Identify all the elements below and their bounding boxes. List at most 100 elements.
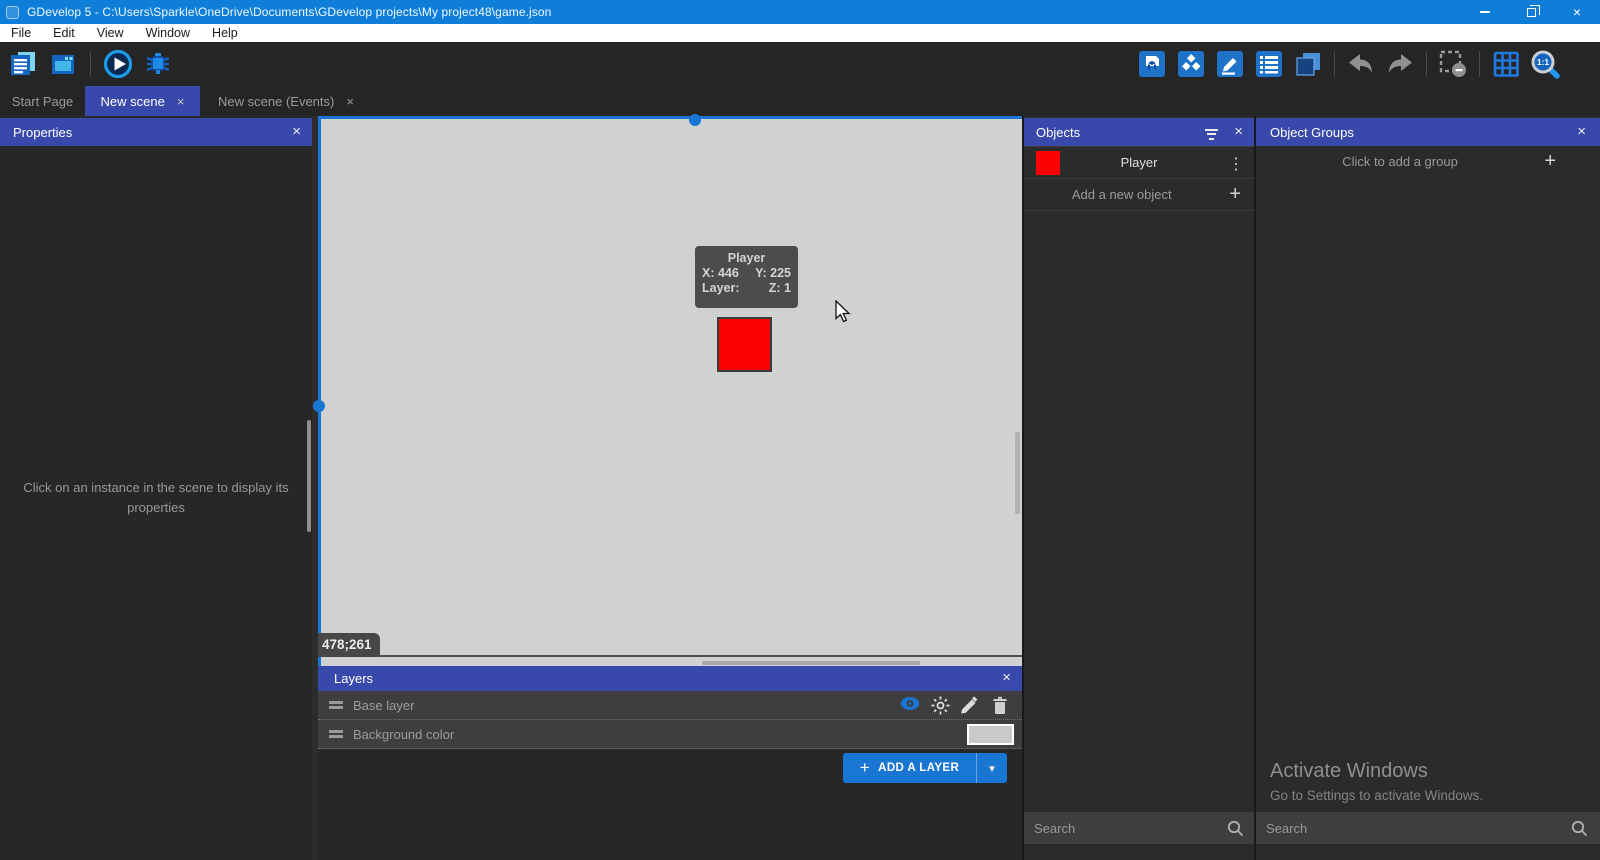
add-layer-button[interactable]: + ADD A LAYER ▾ <box>843 753 1007 783</box>
player-object-instance[interactable] <box>717 317 772 372</box>
objects-panel: Objects × Player ⋮ Add a new object + <box>1024 116 1254 860</box>
tooltip-x: X: 446 <box>702 266 739 280</box>
close-panel-icon[interactable]: × <box>1234 124 1243 140</box>
add-object-row[interactable]: Add a new object + <box>1024 179 1254 211</box>
open-objects-panel-icon[interactable] <box>1137 49 1167 79</box>
objects-search-bar <box>1024 812 1254 844</box>
menu-edit[interactable]: Edit <box>42 24 86 42</box>
canvas-h-scrollline[interactable] <box>318 116 1022 119</box>
tab-start-page[interactable]: Start Page <box>0 86 85 116</box>
properties-empty-message: Click on an instance in the scene to dis… <box>20 478 292 518</box>
minimize-icon <box>1480 11 1490 13</box>
scene-editor: Player X: 446 Y: 225 Layer: Z: 1 478;261… <box>312 116 1024 860</box>
tab-new-scene-events[interactable]: New scene (Events) × <box>200 86 372 116</box>
gdevelop-window: GDevelop 5 - C:\Users\Sparkle\OneDrive\D… <box>0 0 1600 860</box>
canvas-border-line <box>318 655 1022 657</box>
delete-layer-icon[interactable] <box>992 696 1008 720</box>
add-layer-label: ADD A LAYER <box>878 762 959 774</box>
search-icon <box>1571 820 1588 837</box>
toolbar-separator <box>1479 51 1480 77</box>
activate-windows-watermark: Activate Windows <box>1270 760 1428 783</box>
add-group-row[interactable]: Click to add a group + <box>1256 146 1600 178</box>
tab-new-scene[interactable]: New scene × <box>85 86 200 116</box>
tab-close-icon[interactable]: × <box>346 94 354 109</box>
layers-panel: Layers × Base layer <box>318 666 1022 860</box>
object-name: Player <box>1024 155 1254 170</box>
menu-file[interactable]: File <box>0 24 42 42</box>
layers-panel-header: Layers × <box>318 666 1022 691</box>
titlebar: GDevelop 5 - C:\Users\Sparkle\OneDrive\D… <box>0 0 1600 24</box>
toolbar-separator <box>1426 51 1427 77</box>
close-panel-icon[interactable]: × <box>1577 124 1586 140</box>
properties-panel-title: Properties <box>13 125 72 140</box>
menu-view[interactable]: View <box>86 24 135 42</box>
chevron-down-icon: ▾ <box>989 763 995 775</box>
activate-windows-subtext: Go to Settings to activate Windows. <box>1270 788 1483 803</box>
visibility-eye-icon[interactable] <box>900 696 920 716</box>
play-preview-icon[interactable] <box>103 49 133 79</box>
start-page-window-icon[interactable] <box>48 49 78 79</box>
drag-handle-icon[interactable] <box>329 728 343 741</box>
object-row-player[interactable]: Player ⋮ <box>1024 146 1254 179</box>
canvas-h-scrollbar[interactable] <box>702 661 920 665</box>
layer-effects-icon[interactable] <box>931 696 950 720</box>
toolbar-separator <box>1334 51 1335 77</box>
close-panel-icon[interactable]: × <box>1002 670 1011 686</box>
plus-icon: + <box>860 758 870 778</box>
canvas-v-scrolldot[interactable] <box>313 400 325 412</box>
open-object-groups-panel-icon[interactable] <box>1176 49 1206 79</box>
scene-canvas[interactable] <box>318 116 1022 666</box>
zoom-1-1-icon[interactable]: 1:1 <box>1530 49 1560 79</box>
menubar: File Edit View Window Help <box>0 24 1600 42</box>
object-groups-panel: Object Groups × Click to add a group + A… <box>1256 116 1600 860</box>
object-groups-panel-header: Object Groups × <box>1256 118 1600 146</box>
open-instances-panel-icon[interactable] <box>1293 49 1323 79</box>
toggle-grid-icon[interactable] <box>1491 49 1521 79</box>
project-manager-icon[interactable] <box>8 49 38 79</box>
undo-icon[interactable] <box>1346 49 1376 79</box>
cursor-coordinates-badge: 478;261 <box>318 633 380 657</box>
tooltip-z: Z: 1 <box>769 281 791 295</box>
menu-help[interactable]: Help <box>201 24 249 42</box>
layer-row-background-color[interactable]: Background color <box>318 720 1022 749</box>
mouse-cursor <box>834 300 856 329</box>
background-color-swatch[interactable] <box>967 724 1014 745</box>
clear-selection-icon[interactable] <box>1438 49 1468 79</box>
plus-icon[interactable]: + <box>1229 183 1241 206</box>
layer-name: Base layer <box>353 698 414 713</box>
layer-name: Background color <box>353 727 454 742</box>
layers-panel-title: Layers <box>334 671 373 686</box>
toolbar-separator <box>90 51 91 77</box>
close-icon: × <box>1573 5 1581 19</box>
objects-search-input[interactable] <box>1024 821 1227 836</box>
menu-window[interactable]: Window <box>135 24 201 42</box>
restore-icon <box>1527 8 1536 17</box>
gdevelop-logo-icon <box>6 6 19 19</box>
close-button[interactable]: × <box>1554 0 1600 24</box>
tab-close-icon[interactable]: × <box>177 94 185 109</box>
canvas-v-scrollline[interactable] <box>318 116 321 666</box>
redo-icon[interactable] <box>1385 49 1415 79</box>
toolbar: 1:1 <box>0 42 1600 86</box>
properties-panel: Properties × Click on an instance in the… <box>0 116 312 860</box>
properties-scrollbar[interactable] <box>307 420 311 532</box>
edit-layer-icon[interactable] <box>959 696 978 720</box>
add-layer-dropdown[interactable]: ▾ <box>977 762 1007 775</box>
canvas-h-scrolldot[interactable] <box>689 114 701 126</box>
window-title: GDevelop 5 - C:\Users\Sparkle\OneDrive\D… <box>27 5 551 19</box>
edit-scene-properties-icon[interactable] <box>1215 49 1245 79</box>
debug-icon[interactable] <box>143 49 173 79</box>
close-panel-icon[interactable]: × <box>292 124 301 140</box>
drag-handle-icon[interactable] <box>329 699 343 712</box>
layer-row-base[interactable]: Base layer <box>318 691 1022 720</box>
object-groups-panel-title: Object Groups <box>1270 125 1354 140</box>
filter-icon[interactable] <box>1204 126 1218 142</box>
canvas-v-scrollbar[interactable] <box>1015 432 1020 514</box>
minimize-button[interactable] <box>1462 0 1508 24</box>
open-layers-panel-icon[interactable] <box>1254 49 1284 79</box>
plus-icon[interactable]: + <box>1544 150 1556 173</box>
properties-panel-header: Properties × <box>0 118 312 146</box>
groups-search-input[interactable] <box>1256 821 1571 836</box>
restore-button[interactable] <box>1508 0 1554 24</box>
kebab-menu-icon[interactable]: ⋮ <box>1228 154 1244 174</box>
